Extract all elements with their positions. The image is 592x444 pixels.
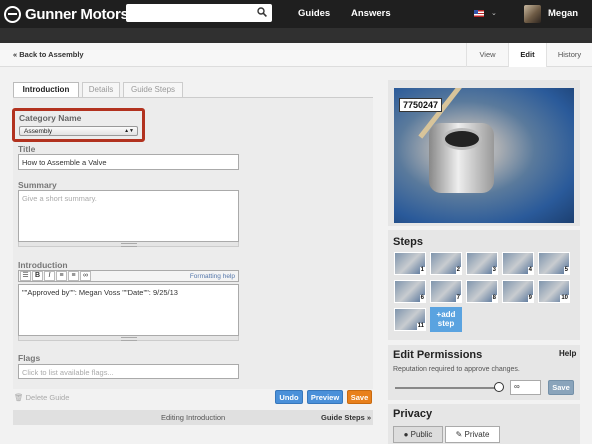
step-thumbnail[interactable]: 2 [430, 252, 462, 275]
step-thumbnail[interactable]: 5 [538, 252, 570, 275]
flags-field[interactable]: Click to list available flags... [18, 364, 239, 379]
bullet-list-button[interactable]: ≡ [56, 271, 67, 281]
category-label: Category Name [19, 113, 82, 123]
public-label: Public [410, 430, 433, 439]
reputation-slider-track[interactable] [395, 387, 501, 389]
summary-field[interactable]: Give a short summary. [18, 190, 239, 242]
step-number: 1 [419, 267, 425, 274]
avatar[interactable] [524, 5, 541, 23]
privacy-title: Privacy [393, 408, 433, 420]
introduction-resize-handle[interactable] [18, 336, 239, 341]
search-input[interactable] [126, 4, 272, 22]
step-thumbnail[interactable]: 8 [466, 280, 498, 303]
step-number: 3 [491, 267, 497, 274]
edit-icon: ✎ [455, 430, 463, 439]
category-value: Assembly [24, 128, 53, 135]
private-button[interactable]: ✎ Private [445, 426, 500, 443]
globe-icon: ● [403, 430, 409, 439]
step-thumbnail[interactable]: 4 [502, 252, 534, 275]
private-label: Private [464, 430, 490, 439]
back-link[interactable]: « Back to Assembly [13, 50, 84, 59]
save-button[interactable]: Save [347, 390, 372, 404]
step-number: 11 [416, 323, 425, 330]
step-number: 7 [455, 295, 461, 302]
bold-button[interactable]: B [32, 271, 43, 281]
step-thumbnail[interactable]: 10 [538, 280, 570, 303]
nav-answers[interactable]: Answers [351, 8, 391, 19]
introduction-field[interactable]: ""Approved by"": Megan Voss ""Date"": 9/… [18, 284, 239, 336]
step-number: 8 [491, 295, 497, 302]
us-flag-icon[interactable] [474, 10, 484, 17]
summary-resize-handle[interactable] [18, 242, 239, 247]
public-button[interactable]: ● Public [393, 426, 443, 443]
chevron-down-icon[interactable]: ⌄ [491, 9, 497, 17]
numbered-list-button[interactable]: ≡ [68, 271, 79, 281]
reputation-slider-handle[interactable] [494, 382, 504, 392]
delete-guide-label: Delete Guide [25, 393, 70, 402]
next-guide-steps-link[interactable]: Guide Steps » [321, 413, 371, 422]
category-select[interactable]: Assembly ▲▼ [19, 126, 138, 136]
step-number: 2 [455, 267, 461, 274]
title-label: Title [18, 144, 36, 154]
category-highlight: Category Name Assembly ▲▼ [12, 108, 145, 142]
valve-opening-image [442, 128, 482, 150]
editor-footer: Editing Introduction Guide Steps » [13, 410, 373, 425]
permissions-description: Reputation required to approve changes. [393, 366, 520, 373]
brand-logo[interactable]: Gunner Motors [4, 5, 129, 23]
preview-button[interactable]: Preview [307, 390, 343, 404]
tab-history[interactable]: History [546, 43, 592, 67]
tab-introduction[interactable]: Introduction [13, 82, 79, 97]
logo-icon [4, 5, 21, 23]
step-thumbnail[interactable]: 6 [394, 280, 426, 303]
brand-name: Gunner Motors [25, 5, 129, 23]
introduction-label: Introduction [18, 260, 68, 270]
image-callout: 7750247 [399, 98, 443, 112]
link-button[interactable]: ∞ [80, 271, 91, 281]
tab-guide-steps[interactable]: Guide Steps [123, 82, 183, 97]
permissions-save-button[interactable]: Save [548, 380, 574, 395]
formatting-help-link[interactable]: Formatting help [190, 273, 235, 280]
permissions-title: Edit Permissions [393, 349, 483, 361]
permissions-help-link[interactable]: Help [559, 349, 576, 358]
undo-button[interactable]: Undo [275, 390, 303, 404]
title-field[interactable]: How to Assemble a Valve [18, 154, 239, 170]
trash-icon: 🗑 [14, 393, 24, 402]
step-thumbnail[interactable]: 3 [466, 252, 498, 275]
delete-guide-link[interactable]: 🗑 Delete Guide [14, 393, 69, 402]
reputation-value-field[interactable]: ∞ [510, 380, 541, 395]
list-icon[interactable]: ☰ [20, 271, 31, 281]
flags-label: Flags [18, 353, 41, 363]
add-step-button[interactable]: +add step [430, 307, 462, 332]
italic-button[interactable]: I [44, 271, 55, 281]
user-name[interactable]: Megan [548, 8, 578, 19]
sub-navigation: « Back to Assembly View Edit History [0, 43, 592, 67]
step-number: 5 [563, 267, 569, 274]
select-arrow-icon: ▲▼ [124, 128, 134, 134]
step-number: 6 [419, 295, 425, 302]
header-band [0, 28, 592, 43]
step-thumbnail[interactable]: 11 [394, 308, 426, 331]
guide-main-image[interactable]: 7750247 [394, 88, 574, 223]
nav-guides[interactable]: Guides [298, 8, 330, 19]
tab-details[interactable]: Details [82, 82, 120, 97]
step-number: 9 [527, 295, 533, 302]
tab-view[interactable]: View [466, 43, 508, 67]
search-icon[interactable] [257, 7, 267, 17]
format-toolbar: ☰ B I ≡ ≡ ∞ Formatting help [18, 270, 239, 282]
step-thumbnail[interactable]: 7 [430, 280, 462, 303]
steps-title: Steps [393, 236, 423, 248]
editing-status: Editing Introduction [161, 413, 226, 422]
tab-edit[interactable]: Edit [508, 43, 546, 67]
summary-label: Summary [18, 180, 57, 190]
step-number: 4 [527, 267, 533, 274]
step-number: 10 [560, 295, 569, 302]
step-thumbnail[interactable]: 9 [502, 280, 534, 303]
step-thumbnail[interactable]: 1 [394, 252, 426, 275]
